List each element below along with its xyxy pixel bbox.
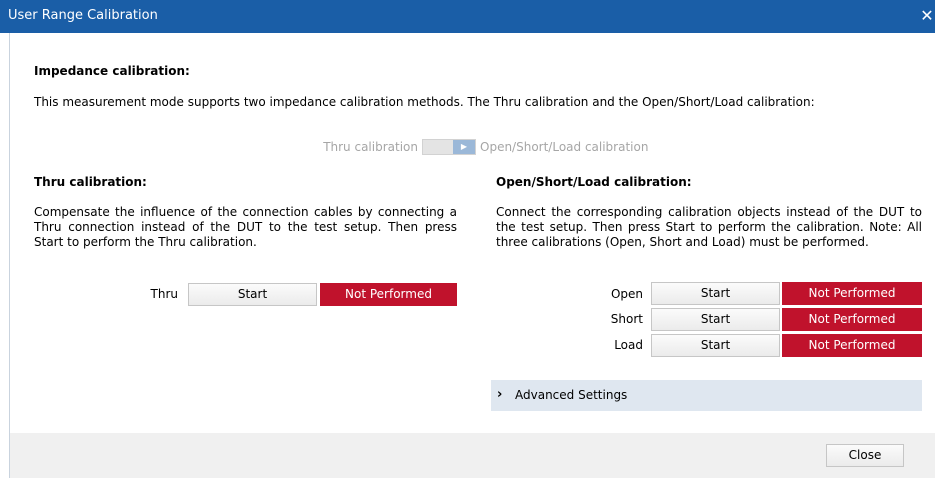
thru-status-badge: Not Performed [320,283,457,306]
osl-description: Connect the corresponding calibration ob… [496,205,922,249]
open-row-label: Open [610,287,643,301]
window-title: User Range Calibration [8,8,158,23]
calibration-method-switch[interactable]: ▶ [422,139,476,155]
impedance-heading: Impedance calibration: [34,64,190,78]
dialog-content: Impedance calibration: This measurement … [9,33,935,433]
open-status-badge: Not Performed [782,282,922,305]
short-status-badge: Not Performed [782,308,922,331]
chevron-right-icon: › [497,387,503,402]
calibration-method-toggle-row: Thru calibration ▶ Open/Short/Load calib… [10,137,935,157]
short-row-label: Short [610,312,643,326]
osl-heading: Open/Short/Load calibration: [496,175,692,189]
osl-calibration-option-label[interactable]: Open/Short/Load calibration [480,140,648,154]
thru-calibration-option-label[interactable]: Thru calibration [323,140,418,154]
thru-heading: Thru calibration: [34,175,147,189]
open-start-button[interactable]: Start [651,282,780,305]
close-button[interactable]: Close [826,444,904,467]
window-close-icon[interactable]: ✕ [919,4,935,28]
title-bar: User Range Calibration ✕ [0,0,935,33]
thru-start-button[interactable]: Start [188,283,317,306]
advanced-settings-label: Advanced Settings [515,388,628,402]
load-status-badge: Not Performed [782,334,922,357]
thru-description: Compensate the influence of the connecti… [34,205,457,249]
thru-row-label: Thru [150,287,178,301]
short-start-button[interactable]: Start [651,308,780,331]
dialog-footer: Close [9,433,935,478]
load-start-button[interactable]: Start [651,334,780,357]
advanced-settings-expander[interactable]: › Advanced Settings [491,380,922,411]
load-row-label: Load [614,338,643,352]
switch-knob-arrow-icon: ▶ [453,140,475,154]
impedance-description: This measurement mode supports two imped… [34,95,815,109]
